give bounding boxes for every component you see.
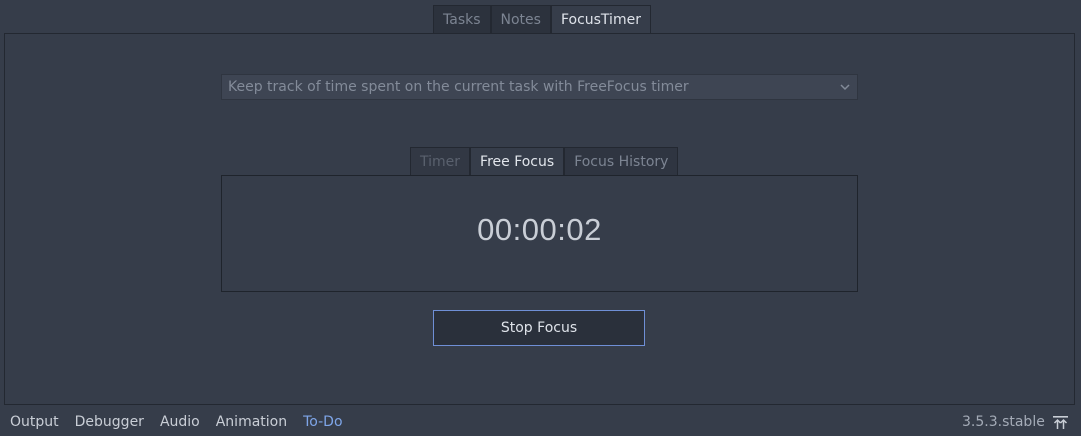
expand-panel-icon[interactable] [1053, 416, 1068, 429]
timer-readout: 00:00:02 [477, 212, 602, 247]
tab-timer[interactable]: Timer [410, 147, 471, 176]
bottom-tab-animation[interactable]: Animation [216, 412, 287, 432]
description-dropdown[interactable]: Keep track of time spent on the current … [221, 74, 858, 100]
editor-root: Tasks Notes FocusTimer Keep track of tim… [0, 0, 1081, 436]
chevron-down-icon [840, 84, 850, 91]
top-tab-bar: Tasks Notes FocusTimer [433, 5, 651, 34]
tab-tasks[interactable]: Tasks [433, 5, 491, 34]
tab-notes[interactable]: Notes [490, 5, 551, 34]
bottom-panel-tabs: Output Debugger Audio Animation To-Do [10, 412, 343, 432]
bottom-tab-audio[interactable]: Audio [160, 412, 200, 432]
bottom-panel-bar: Output Debugger Audio Animation To-Do 3.… [0, 407, 1081, 436]
stop-focus-button[interactable]: Stop Focus [433, 310, 645, 346]
description-dropdown-value: Keep track of time spent on the current … [228, 79, 689, 95]
tab-free-focus[interactable]: Free Focus [470, 147, 565, 176]
bottom-tab-todo[interactable]: To-Do [303, 412, 342, 432]
tab-focustimer[interactable]: FocusTimer [550, 5, 651, 34]
tab-focus-history[interactable]: Focus History [564, 147, 679, 176]
version-label: 3.5.3.stable [962, 414, 1045, 430]
focus-mode-tabs: Timer Free Focus Focus History [410, 147, 679, 176]
bottom-tab-debugger[interactable]: Debugger [75, 412, 144, 432]
bottom-tab-output[interactable]: Output [10, 412, 59, 432]
timer-display-box: 00:00:02 [221, 175, 858, 292]
